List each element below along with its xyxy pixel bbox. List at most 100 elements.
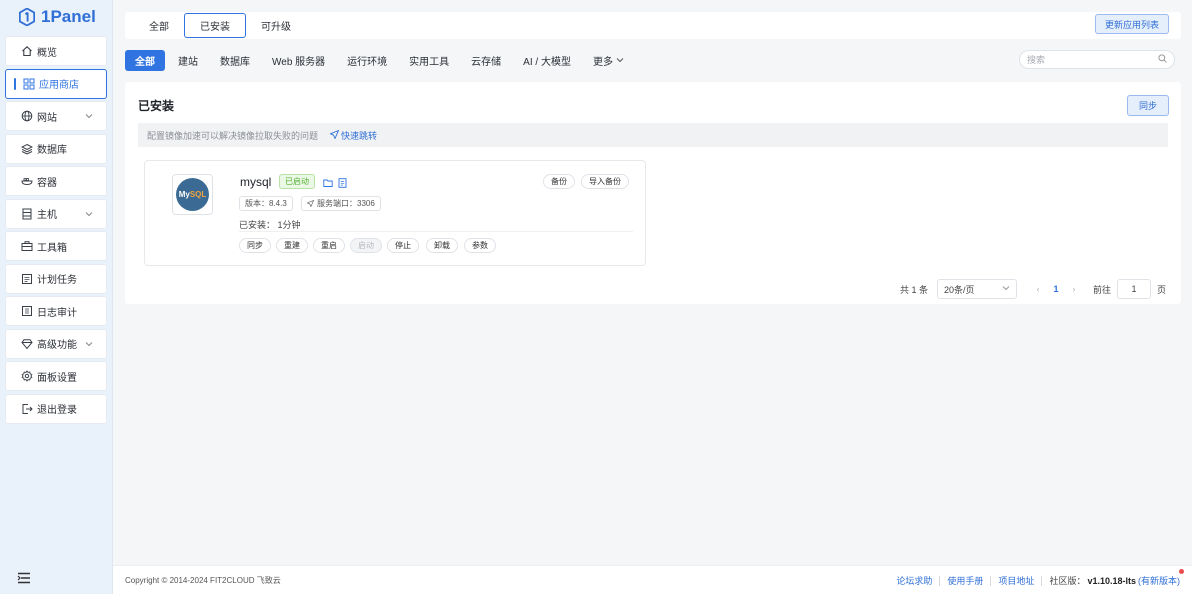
tab-upgradable[interactable]: 可升级 bbox=[248, 13, 304, 38]
sidebar-item-0[interactable]: 概览 bbox=[5, 36, 107, 66]
port-label: 服务端口：3306 bbox=[317, 199, 375, 208]
chevron-down-icon bbox=[616, 56, 624, 64]
sidebar-item-3[interactable]: 数据库 bbox=[5, 133, 107, 164]
category-runtime[interactable]: 运行环境 bbox=[338, 50, 396, 71]
log-icon bbox=[20, 305, 33, 318]
chevron-down-icon bbox=[84, 209, 94, 219]
category-cloud-storage[interactable]: 云存储 bbox=[462, 50, 510, 71]
edition-label: 社区版： bbox=[1049, 576, 1086, 586]
collapse-menu-icon[interactable] bbox=[17, 572, 31, 584]
total-count: 共 1 条 bbox=[900, 284, 929, 295]
sidebar-item-5[interactable]: 主机 bbox=[5, 198, 107, 229]
send-icon bbox=[307, 200, 314, 207]
sidebar-item-label: 工具箱 bbox=[37, 242, 67, 254]
category-database[interactable]: 数据库 bbox=[211, 50, 259, 71]
tab-installed[interactable]: 已安装 bbox=[184, 13, 246, 38]
log-file-icon[interactable] bbox=[338, 177, 347, 188]
calendar-icon bbox=[20, 272, 33, 285]
sidebar-item-7[interactable]: 计划任务 bbox=[5, 263, 107, 294]
chevron-down-icon bbox=[84, 111, 94, 121]
sidebar-item-4[interactable]: 容器 bbox=[5, 166, 107, 196]
active-indicator bbox=[14, 77, 16, 90]
mysql-logo-icon: My SQL bbox=[176, 178, 209, 211]
category-all[interactable]: 全部 bbox=[125, 49, 165, 71]
grid-icon bbox=[22, 77, 35, 90]
sidebar-item-label: 计划任务 bbox=[37, 275, 77, 286]
sidebar-item-1[interactable]: 应用商店 bbox=[5, 68, 107, 99]
sidebar-item-9[interactable]: 高级功能 bbox=[5, 328, 107, 359]
page-title: 已安装 bbox=[138, 99, 175, 113]
action-button-5[interactable]: 卸载 bbox=[426, 238, 458, 253]
import-backup-button[interactable]: 导入备份 bbox=[581, 174, 629, 189]
pagination: 共 1 条 20条/页 ‹ 1 › 前往 1 页 bbox=[900, 279, 1166, 299]
page-number[interactable]: 1 bbox=[1047, 284, 1065, 294]
sidebar-item-label: 主机 bbox=[37, 210, 57, 221]
prev-page-icon[interactable]: ‹ bbox=[1029, 284, 1047, 294]
sidebar-item-6[interactable]: 工具箱 bbox=[5, 231, 107, 261]
page-size-value: 20条/页 bbox=[944, 284, 975, 295]
logout-icon bbox=[20, 402, 33, 415]
divider bbox=[239, 231, 633, 232]
sidebar-menu: 概览应用商店网站数据库 容器主机工具箱计划任务日志审计高级功能 面板设置 退出登录 bbox=[0, 34, 112, 424]
manual-link[interactable]: 使用手册 bbox=[940, 575, 992, 586]
backup-button[interactable]: 备份 bbox=[543, 174, 575, 189]
version-tag: 版本：8.4.3 bbox=[239, 196, 293, 211]
toolbox-icon bbox=[20, 240, 33, 253]
version-number: v1.10.18-lts bbox=[1087, 575, 1136, 586]
category-more[interactable]: 更多 bbox=[584, 50, 633, 71]
diamond-icon bbox=[20, 337, 33, 350]
sidebar-item-8[interactable]: 日志审计 bbox=[5, 296, 107, 326]
app-name: mysql bbox=[240, 175, 272, 189]
next-page-icon[interactable]: › bbox=[1065, 284, 1083, 294]
search-input[interactable]: 搜索 bbox=[1019, 50, 1175, 69]
sidebar-item-label: 日志审计 bbox=[37, 307, 77, 319]
sidebar-item-label: 应用商店 bbox=[39, 80, 79, 91]
goto-label: 前往 bbox=[1093, 284, 1112, 295]
tip-text: 配置镜像加速可以解决镜像拉取失败的问题 bbox=[147, 130, 319, 141]
forum-link[interactable]: 论坛求助 bbox=[889, 575, 941, 586]
category-website[interactable]: 建站 bbox=[169, 50, 207, 71]
search-icon bbox=[1158, 54, 1167, 65]
page-size-select[interactable]: 20条/页 bbox=[937, 279, 1018, 299]
install-filter-tabs: 全部 已安装 可升级 更新应用列表 bbox=[125, 12, 1181, 39]
goto-page-input[interactable]: 1 bbox=[1117, 279, 1152, 299]
category-web-server[interactable]: Web 服务器 bbox=[263, 50, 334, 71]
logo-text-sql: SQL bbox=[189, 190, 207, 199]
action-button-4[interactable]: 停止 bbox=[387, 238, 419, 253]
folder-icon[interactable] bbox=[323, 177, 333, 187]
action-button-2[interactable]: 重启 bbox=[313, 238, 345, 253]
quick-jump-link[interactable]: 快速跳转 bbox=[329, 129, 378, 142]
update-app-list-button[interactable]: 更新应用列表 bbox=[1094, 14, 1169, 34]
app-card-mysql: My SQL mysql 已启动 备份 导入备份 版本：8.4.3 服务端口：33… bbox=[144, 160, 646, 266]
sync-button[interactable]: 同步 bbox=[1126, 95, 1169, 116]
home-icon bbox=[20, 45, 33, 58]
category-ai[interactable]: AI / 大模型 bbox=[514, 50, 580, 71]
mysql-logo: My SQL bbox=[172, 174, 213, 215]
sidebar-item-2[interactable]: 网站 bbox=[5, 101, 107, 131]
action-button-0[interactable]: 同步 bbox=[239, 238, 271, 253]
database-icon bbox=[20, 142, 33, 155]
new-version-link[interactable]: (有新版本) bbox=[1138, 569, 1184, 587]
send-icon bbox=[329, 129, 340, 141]
page-suffix: 页 bbox=[1157, 284, 1167, 295]
logo-text: 1Panel bbox=[41, 7, 96, 26]
project-link[interactable]: 项目地址 bbox=[991, 575, 1043, 586]
globe-icon bbox=[20, 110, 33, 123]
1panel-logo-icon bbox=[19, 8, 35, 26]
installed-time: 已安装： 1分钟 bbox=[239, 220, 301, 230]
action-button-1[interactable]: 重建 bbox=[276, 238, 308, 253]
sidebar-item-label: 概览 bbox=[37, 47, 57, 59]
footer: Copyright © 2014-2024 FIT2CLOUD 飞致云 论坛求助… bbox=[113, 565, 1192, 594]
footer-links: 论坛求助 使用手册 项目地址 社区版： v1.10.18-lts (有新版本) bbox=[889, 566, 1184, 594]
sidebar-item-10[interactable]: 面板设置 bbox=[5, 361, 107, 391]
app-logo[interactable]: 1Panel bbox=[0, 0, 112, 34]
action-button-6[interactable]: 参数 bbox=[464, 238, 496, 253]
quick-jump-label: 快速跳转 bbox=[341, 130, 378, 141]
tab-all[interactable]: 全部 bbox=[136, 13, 182, 38]
port-tag[interactable]: 服务端口：3306 bbox=[301, 196, 381, 211]
sidebar-item-11[interactable]: 退出登录 bbox=[5, 393, 107, 424]
category-tools[interactable]: 实用工具 bbox=[400, 50, 458, 71]
new-version-label: (有新版本) bbox=[1138, 576, 1180, 586]
sidebar-item-label: 网站 bbox=[37, 112, 57, 124]
status-badge: 已启动 bbox=[279, 174, 315, 189]
